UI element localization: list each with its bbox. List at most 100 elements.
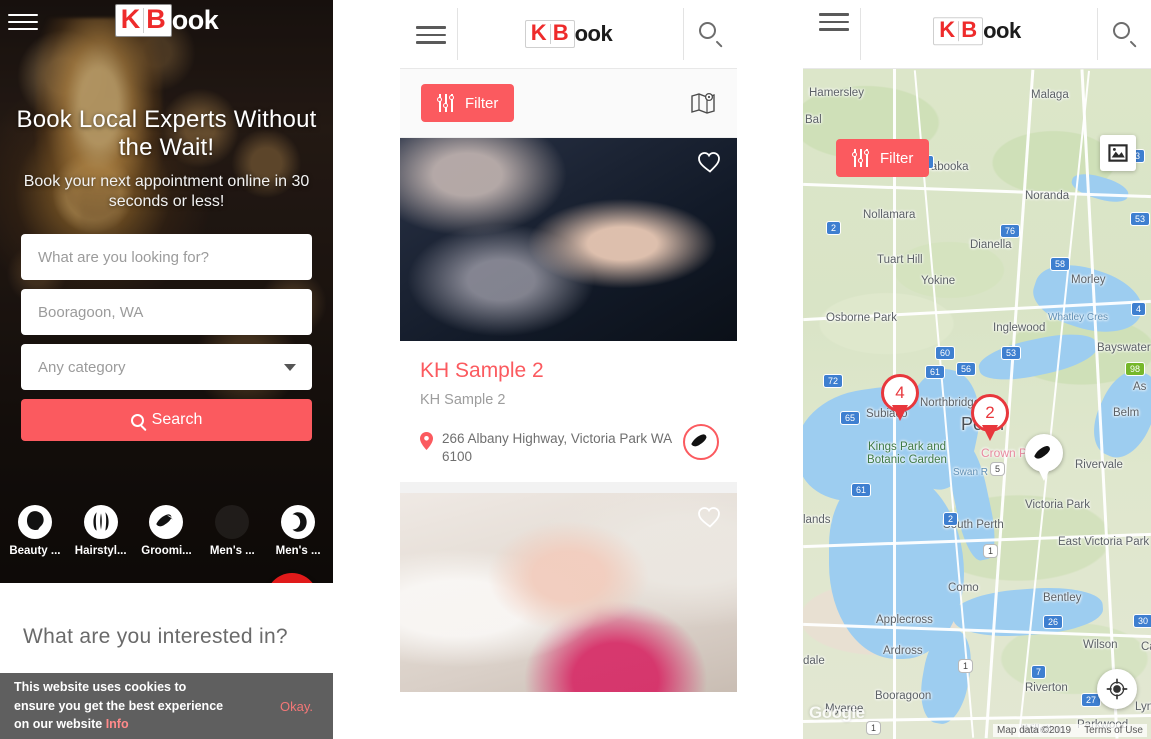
map-layers-button[interactable] [1100, 135, 1136, 171]
listing-avatar[interactable] [683, 424, 719, 460]
map-road-shield: 1 [866, 721, 882, 735]
map-place-label: Victoria Park [1025, 499, 1090, 511]
hero-subtitle: Book your next appointment online in 30 … [23, 172, 310, 210]
map-road-shield: 58 [1050, 257, 1071, 271]
grooming-icon [149, 505, 184, 539]
map-marker-listing[interactable] [1025, 434, 1063, 484]
hair-salon-photo [400, 493, 737, 693]
cookie-banner: This website uses cookies to ensure you … [0, 673, 333, 739]
map-road-shield: 61 [925, 365, 946, 379]
listing-address: 266 Albany Highway, Victoria Park WA 610… [442, 431, 672, 465]
mens-icon [215, 505, 250, 539]
map-place-label: Applecross [876, 614, 933, 626]
map-credits: Map data ©2019 Terms of Use [993, 724, 1147, 737]
map-road-shield: 72 [823, 374, 844, 388]
category-item-grooming[interactable]: Groomi... [134, 505, 200, 557]
map-road-shield: 53 [1001, 346, 1022, 360]
map-road-shield: 5 [990, 462, 1006, 476]
brand-logo[interactable]: K B ook [400, 20, 737, 48]
map-place-label: Lyn [1135, 701, 1151, 713]
filter-button[interactable]: Filter [421, 84, 515, 122]
brand-letter-b: B [146, 4, 166, 34]
hero-title: Book Local Experts Without the Wait! [16, 106, 317, 162]
terms-of-use-link[interactable]: Terms of Use [1084, 725, 1143, 736]
map-road-shield: 61 [851, 483, 872, 497]
heart-icon[interactable] [697, 150, 723, 174]
category-label: Hairstyl... [74, 545, 127, 557]
book-logo-icon: K B [114, 4, 172, 37]
category-item-hairstyling[interactable]: Hairstyl... [68, 505, 134, 557]
category-item-beauty[interactable]: Beauty ... [2, 505, 68, 557]
grooming-hand-icon [691, 434, 707, 447]
map-road-shield: 26 [1043, 615, 1064, 629]
marker-count: 2 [985, 403, 995, 422]
search-icon[interactable] [1113, 22, 1137, 48]
filter-button[interactable]: Filter [836, 139, 930, 177]
grooming-hand-icon [1034, 445, 1050, 459]
cookie-accept-button[interactable]: Okay. [280, 699, 319, 714]
map-marker-cluster[interactable]: 4 [881, 374, 919, 424]
location-search-input[interactable]: Booragoon, WA [21, 289, 312, 335]
category-label: Men's ... [275, 545, 321, 557]
category-item-mens[interactable]: Men's ... [199, 505, 265, 557]
cookie-text: This website uses cookies to ensure you … [14, 678, 229, 734]
category-shortcuts: Beauty ... Hairstyl... Groomi... Men's .… [0, 505, 333, 557]
map-toggle-icon[interactable] [690, 91, 716, 115]
map-road-shield: 53 [1130, 212, 1151, 226]
map-panel: K B ook Filter 4 2 Google Map data ©2019… [803, 0, 1151, 739]
map-road-shield: 76 [1000, 224, 1021, 238]
map-place-label: Riverton [1025, 682, 1068, 694]
map-place-label: Whatley Cres [1048, 312, 1109, 323]
google-watermark: Google [809, 703, 865, 722]
map-canvas[interactable]: Filter 4 2 Google Map data ©2019 Terms o… [803, 69, 1151, 739]
map-marker-cluster[interactable]: 2 [971, 394, 1009, 444]
book-logo-icon: K B [933, 17, 984, 46]
map-place-label: Bentley [1043, 592, 1082, 604]
category-label: Men's ... [209, 545, 255, 557]
map-place-label: Noranda [1025, 190, 1070, 202]
listing-title[interactable]: KH Sample 2 [420, 359, 717, 383]
brand-logo[interactable]: K B ook [0, 4, 333, 37]
map-place-label: lands [803, 514, 831, 526]
category-item-mens-hair[interactable]: Men's ... [265, 505, 331, 557]
hamburger-menu-icon[interactable] [416, 23, 446, 47]
map-road-shield: 2 [826, 221, 842, 235]
map-data-credit: Map data ©2019 [997, 725, 1072, 736]
brand-logo[interactable]: K B ook [803, 17, 1151, 46]
map-road-shield: 98 [1125, 362, 1146, 376]
map-place-label: Wilson [1083, 639, 1118, 651]
marker-pin: 2 [971, 394, 1009, 441]
marker-pin [1025, 434, 1063, 481]
keyword-search-input[interactable]: What are you looking for? [21, 234, 312, 280]
map-road-shield: 65 [840, 411, 861, 425]
marker-pin: 4 [881, 374, 919, 421]
screenshot-stage: K B ook Book Local Experts Without the W… [0, 0, 1151, 739]
brand-text: ook [171, 5, 219, 35]
filter-button-label: Filter [880, 149, 914, 167]
hero-section: K B ook Book Local Experts Without the W… [0, 0, 333, 583]
category-select[interactable]: Any category [21, 344, 312, 390]
location-placeholder: Booragoon, WA [38, 303, 144, 321]
cookie-info-link[interactable]: Info [106, 717, 129, 731]
keyword-placeholder: What are you looking for? [38, 248, 209, 266]
listing-card[interactable]: KH Sample 2 KH Sample 2 266 Albany Highw… [400, 138, 737, 494]
map-road-shield: 7 [1031, 665, 1047, 679]
search-button[interactable]: Search [21, 399, 312, 441]
search-icon[interactable] [699, 22, 723, 48]
sliders-icon [851, 149, 870, 167]
brand-text: ook [983, 18, 1021, 44]
home-panel: K B ook Book Local Experts Without the W… [0, 0, 333, 739]
listing-address-row: 266 Albany Highway, Victoria Park WA 610… [420, 424, 719, 466]
beauty-icon [17, 505, 52, 539]
map-place-label: Inglewood [993, 322, 1046, 334]
map-place-label: East Victoria Park [1058, 536, 1150, 548]
heart-icon[interactable] [697, 505, 723, 529]
map-road-shield: 2 [943, 512, 959, 526]
filter-button-label: Filter [465, 94, 499, 112]
listing-card[interactable] [400, 493, 737, 693]
category-placeholder: Any category [38, 358, 126, 376]
hamburger-menu-icon[interactable] [819, 10, 849, 34]
my-location-button[interactable] [1097, 669, 1137, 709]
map-place-label: Rivervale [1075, 459, 1123, 471]
topbar-divider-right [683, 8, 684, 60]
